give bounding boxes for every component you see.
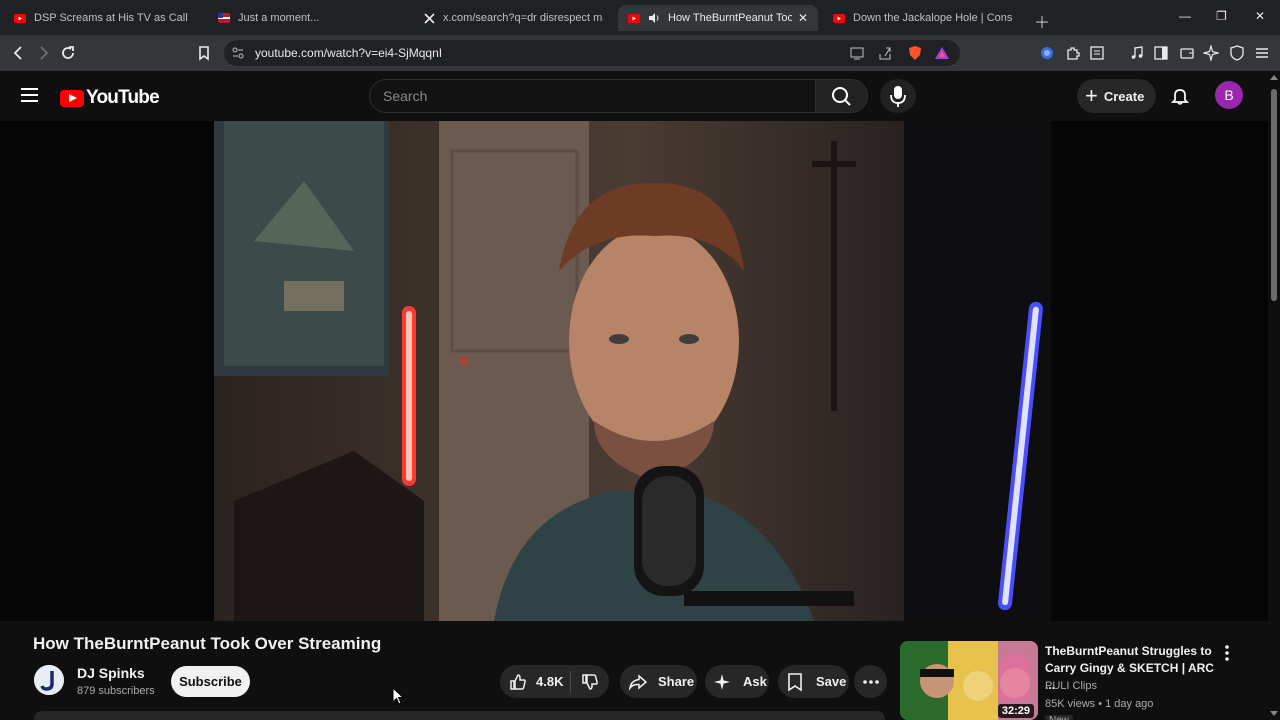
vpn-icon[interactable]: [1229, 45, 1245, 61]
like-dislike-group: 4.8K: [500, 665, 609, 698]
create-label: Create: [1103, 88, 1145, 104]
cast-icon[interactable]: [849, 45, 865, 61]
youtube-header: YouTube + Create B: [0, 71, 1268, 121]
wallet-icon[interactable]: [1179, 45, 1195, 61]
channel-avatar[interactable]: [34, 665, 64, 695]
browser-tab-active[interactable]: How TheBurntPeanut Took Ov ✕: [618, 5, 818, 31]
brave-rewards-icon[interactable]: [934, 45, 950, 61]
search-icon: [832, 87, 851, 106]
like-count: 4.8K: [536, 674, 564, 689]
extensions-puzzle-icon[interactable]: [1065, 45, 1081, 61]
youtube-icon: [833, 12, 845, 24]
logo-text: YouTube: [86, 87, 160, 108]
flag-icon: [218, 12, 230, 24]
dislike-button[interactable]: [571, 672, 609, 692]
like-button[interactable]: 4.8K: [500, 672, 570, 692]
new-tab-icon[interactable]: ＋: [1034, 9, 1050, 33]
browser-tab[interactable]: DSP Screams at His TV as Call of Dut: [4, 5, 200, 31]
channel-name[interactable]: DJ Spinks: [77, 665, 145, 681]
reload-icon[interactable]: [59, 44, 77, 62]
thumbs-up-icon: [510, 673, 526, 690]
create-button[interactable]: + Create: [1077, 79, 1156, 113]
mic-icon: [890, 86, 906, 107]
site-settings-icon[interactable]: [230, 45, 246, 61]
speaker-icon[interactable]: [648, 12, 660, 24]
x-icon: [423, 12, 435, 24]
video-player[interactable]: [0, 121, 1268, 621]
browser-toolbar: youtube.com/watch?v=ei4-SjMqqnI: [0, 35, 1280, 71]
leo-ai-icon[interactable]: [1201, 43, 1221, 63]
back-icon[interactable]: [10, 44, 28, 62]
tab-title: How TheBurntPeanut Took Ov: [668, 12, 792, 24]
page-scrollbar[interactable]: [1268, 71, 1280, 720]
plus-icon: +: [1085, 83, 1098, 108]
url-text: youtube.com/watch?v=ei4-SjMqqnI: [255, 46, 443, 60]
more-vertical-icon[interactable]: [1224, 645, 1230, 661]
video-title: How TheBurntPeanut Took Over Streaming: [33, 634, 382, 653]
scrollbar-thumb[interactable]: [1271, 89, 1277, 301]
share-page-icon[interactable]: [877, 45, 893, 61]
account-avatar[interactable]: B: [1215, 81, 1243, 109]
thumbs-down-icon: [582, 673, 598, 690]
search-input[interactable]: [383, 88, 803, 104]
recommended-meta: 85K views • 1 day ago: [1045, 698, 1154, 710]
menu-icon[interactable]: [21, 88, 38, 102]
reader-icon[interactable]: [1089, 45, 1105, 61]
browser-tab[interactable]: x.com/search?q=dr disrespect madur: [413, 5, 613, 31]
youtube-play-icon: [60, 89, 84, 107]
notifications-bell-icon[interactable]: [1170, 86, 1190, 106]
recommended-video[interactable]: 32:29 TheBurntPeanut Struggles to Carry …: [900, 641, 1268, 720]
restore-icon[interactable]: ❐: [1216, 9, 1227, 23]
browser-menu-icon[interactable]: [1254, 45, 1270, 61]
bookmark-icon[interactable]: [195, 44, 213, 62]
sparkle-icon: [714, 673, 730, 690]
minimize-icon[interactable]: —: [1179, 9, 1191, 23]
browser-tab[interactable]: Down the Jackalope Hole | Conspirac: [823, 5, 1023, 31]
forward-icon[interactable]: [34, 44, 52, 62]
share-button[interactable]: Share: [620, 665, 697, 698]
video-frame: [214, 121, 1051, 621]
scroll-up-icon[interactable]: [1270, 75, 1278, 80]
save-button[interactable]: Save: [778, 665, 849, 698]
browser-tab[interactable]: Just a moment...: [208, 5, 408, 31]
tab-title: Just a moment...: [238, 12, 320, 24]
subscribe-button[interactable]: Subscribe: [171, 666, 250, 697]
save-label: Save: [816, 674, 847, 689]
browser-tab-strip: DSP Screams at His TV as Call of Dut Jus…: [0, 0, 1280, 35]
mouse-cursor-icon: [392, 686, 405, 705]
media-icon[interactable]: [1129, 45, 1145, 61]
voice-search-button[interactable]: [880, 79, 916, 113]
brave-shields-icon[interactable]: [907, 45, 923, 61]
youtube-icon: [14, 12, 26, 24]
search-button[interactable]: [816, 79, 868, 113]
description-box[interactable]: [34, 711, 885, 720]
share-icon: [628, 673, 648, 691]
video-still-image: [214, 121, 1051, 621]
recommended-channel[interactable]: PULI Clips: [1045, 680, 1097, 692]
video-duration: 32:29: [997, 704, 1034, 718]
address-bar[interactable]: youtube.com/watch?v=ei4-SjMqqnI: [224, 40, 960, 66]
close-tab-icon[interactable]: ✕: [798, 11, 808, 25]
ask-label: Ask: [743, 674, 767, 689]
youtube-icon: [628, 12, 640, 24]
tab-title: Down the Jackalope Hole | Conspirac: [853, 12, 1013, 24]
extension-globe-icon[interactable]: [1039, 45, 1055, 61]
share-label: Share: [658, 674, 695, 689]
ask-button[interactable]: Ask: [705, 665, 769, 698]
new-badge: New: [1045, 715, 1074, 720]
more-actions-button[interactable]: [854, 665, 887, 698]
search-box: [369, 79, 816, 113]
subscriber-count: 879 subscribers: [77, 685, 155, 697]
sidebar-icon[interactable]: [1153, 45, 1169, 61]
scroll-down-icon[interactable]: [1270, 711, 1278, 716]
youtube-logo[interactable]: YouTube: [60, 87, 160, 109]
window-close-icon[interactable]: ✕: [1255, 9, 1265, 23]
tab-title: DSP Screams at His TV as Call of Dut: [34, 12, 190, 24]
recommended-thumbnail[interactable]: 32:29: [900, 641, 1038, 720]
tab-title: x.com/search?q=dr disrespect madur: [443, 12, 603, 24]
save-bookmark-icon: [788, 672, 802, 691]
more-horizontal-icon: [862, 679, 879, 684]
